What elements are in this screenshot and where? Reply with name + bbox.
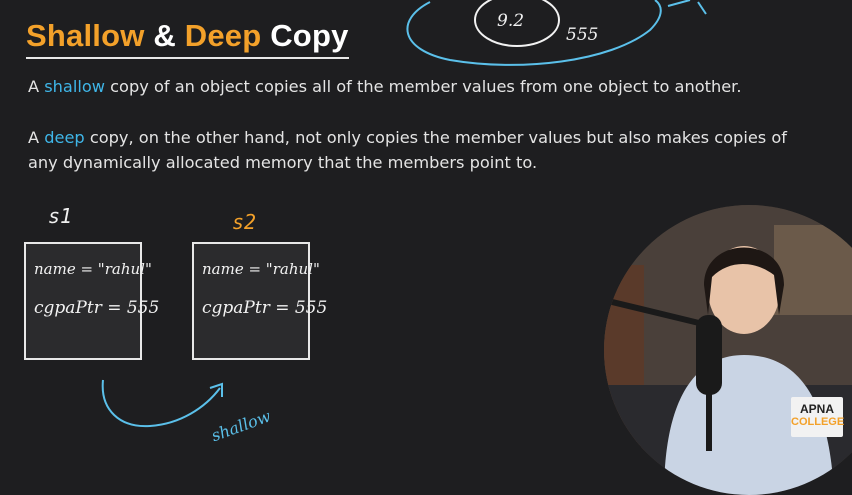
object-s2-box: name = "rahul" cgpaPtr = 555 [192,242,327,360]
s1-name-field: name = "rahul" [34,260,152,278]
s2-cgpa-field: cgpaPtr = 555 [202,298,328,318]
object-s1-label: s1 [48,204,73,228]
s2-name-field: name = "rahul" [202,260,320,278]
apna-college-logo: APNA COLLEGE [791,397,845,437]
heap-address-text: 555 [566,25,598,45]
s1-cgpa-field: cgpaPtr = 555 [34,298,160,318]
heap-value-text: 9.2 [497,11,524,31]
heap-outer-ellipse [406,0,662,66]
object-s1-box: name = "rahul" cgpaPtr = 555 [24,242,159,360]
logo-line1: APNA [799,402,834,416]
heap-arrow-tail [667,0,707,15]
shallow-arrow [101,379,221,428]
shallow-arrow-head [209,382,223,397]
shallow-arrow-label: shallow [209,406,274,445]
logo-line2: COLLEGE [791,416,845,428]
object-s2-label: s2 [232,210,257,234]
